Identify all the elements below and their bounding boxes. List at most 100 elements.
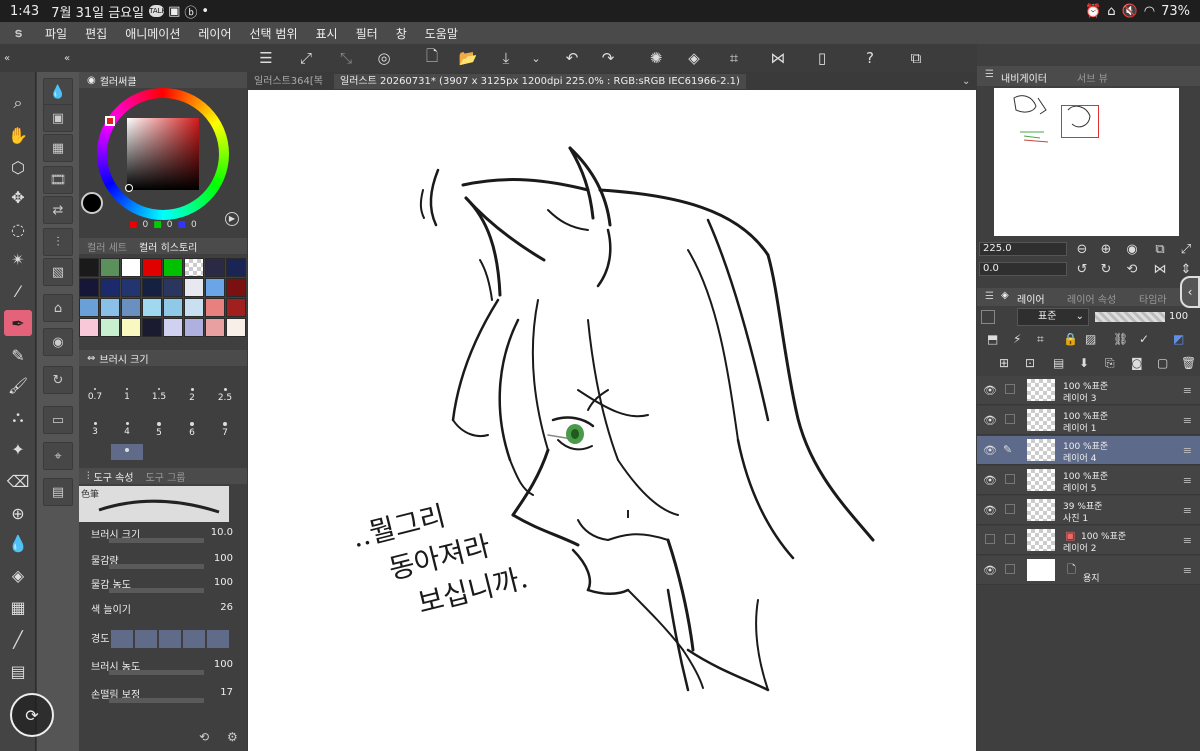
layer-menu-icon[interactable]: ≡ [1183, 564, 1192, 577]
eye-icon[interactable]: 👁 [983, 564, 997, 577]
subtool-loop-icon[interactable]: ↻ [43, 366, 73, 394]
color-swatch[interactable] [226, 278, 246, 297]
color-set-tab[interactable]: 컬러 세트 [87, 239, 127, 254]
layer-row[interactable]: 👁 100 %표준 레이어 1 ≡ [977, 406, 1200, 435]
new-folder-icon[interactable]: ▤ [1053, 356, 1064, 370]
flip-icon[interactable]: ⋈ [766, 46, 790, 70]
app-logo-icon[interactable]: ട [0, 26, 36, 41]
navigator-tab[interactable]: 내비게이터 [1001, 70, 1047, 85]
color-swatch[interactable] [163, 318, 183, 337]
wrench-icon[interactable]: ⚙ [227, 730, 238, 744]
layer-menu-icon[interactable]: ≡ [1183, 384, 1192, 397]
brush-size-1.5[interactable]: 1.5 [143, 384, 175, 410]
drawing-canvas[interactable]: ..뭘그리 동아져라 보십니까. [248, 90, 976, 751]
eye-icon[interactable]: 👁 [983, 414, 997, 427]
color-swatch[interactable] [142, 298, 162, 317]
save-icon[interactable]: ⤓ [494, 46, 518, 70]
zoom-slider[interactable]: 225.0 [979, 242, 1067, 256]
device-icon[interactable]: ▯ [810, 46, 834, 70]
color-swatch[interactable] [205, 278, 225, 297]
color-swatch[interactable] [100, 298, 120, 317]
layer-property-tab[interactable]: 레이어 속성 [1067, 291, 1116, 306]
lock-icon[interactable]: 🔒 [1063, 332, 1078, 346]
layer-row[interactable]: ▣ 100 %표준 레이어 2 ≡ [977, 526, 1200, 555]
subtool-film-icon[interactable]: 🎞 [43, 166, 73, 194]
blend-mode-select[interactable]: 표준 ⌄ [1017, 308, 1089, 326]
rotate-right-icon[interactable]: ↻ [1097, 260, 1115, 278]
companion-icon[interactable]: ◎ [372, 46, 396, 70]
brush-size-0.7[interactable]: 0.7 [79, 384, 111, 410]
eyedropper-tool-icon[interactable]: ⁄ [4, 278, 32, 304]
hidden-eye-box[interactable] [985, 534, 995, 544]
color-swatch[interactable] [184, 278, 204, 297]
brush-size-2.5[interactable]: 2.5 [209, 384, 241, 410]
layer-menu-icon[interactable]: ≡ [1183, 444, 1192, 457]
tabs-dropdown-icon[interactable]: ⌄ [956, 74, 976, 89]
prop-brush-size[interactable]: 브러시 크기 10.0 [79, 524, 247, 546]
collapse-sub-icon[interactable]: « [60, 46, 74, 70]
fill-tool-icon[interactable]: ◈ [4, 562, 32, 588]
layer-row[interactable]: 👁 100 %표준 레이어 3 ≡ [977, 376, 1200, 405]
new-file-icon[interactable]: 🗋 [420, 46, 444, 70]
color-swatch[interactable] [184, 258, 204, 277]
new-vector-icon[interactable]: ⊡ [1025, 356, 1035, 370]
color-swatch[interactable] [121, 278, 141, 297]
prop-stabilization[interactable]: 손떨림 보정 17 [79, 684, 247, 706]
frame-tool-icon[interactable]: ▤ [4, 658, 32, 684]
clip-icon[interactable]: ⌗ [1037, 332, 1044, 347]
color-swatch[interactable] [226, 298, 246, 317]
clear-icon[interactable]: ▢ [1157, 356, 1168, 370]
subtool-material-icon[interactable]: ⌂ [43, 294, 73, 322]
saturation-value-square[interactable] [127, 118, 199, 190]
menu-layer[interactable]: 레이어 [189, 25, 240, 42]
color-swatch[interactable] [79, 318, 99, 337]
reset-icon[interactable]: ⟲ [199, 730, 209, 744]
lasso-tool-icon[interactable]: ◌ [4, 216, 32, 242]
grid-tool-icon[interactable]: ⊕ [4, 500, 32, 526]
brush-size-3[interactable]: 3 [79, 418, 111, 444]
zoom-in-icon[interactable]: ⊕ [1097, 240, 1115, 258]
color-swatch[interactable] [163, 298, 183, 317]
layer-color-icon[interactable]: ◩ [1173, 332, 1184, 346]
color-swatch[interactable] [205, 318, 225, 337]
subtool-clapper-icon[interactable]: ▭ [43, 406, 73, 434]
menu-window[interactable]: 창 [387, 25, 416, 42]
hue-handle[interactable] [105, 116, 115, 126]
reset-rotation-icon[interactable]: ⟲ [1123, 260, 1141, 278]
sv-handle[interactable] [125, 184, 133, 192]
tool-property-tab[interactable]: 도구 속성 [94, 469, 134, 484]
subtool-drop-icon[interactable]: 💧 [43, 78, 73, 106]
color-swatch[interactable] [100, 258, 120, 277]
tab-illust-20260731[interactable]: 일러스트 20260731* (3907 x 3125px 1200dpi 22… [334, 74, 746, 89]
layer-menu-icon[interactable]: ≡ [1183, 534, 1192, 547]
brush-size-4[interactable]: 4 [111, 418, 143, 444]
rotate-slider[interactable]: 0.0 [979, 262, 1067, 276]
loading-icon[interactable]: ✺ [644, 46, 668, 70]
object-tool-icon[interactable]: ⬡ [4, 154, 32, 180]
color-swatch[interactable] [226, 258, 246, 277]
ref-layer-icon[interactable]: ⬒ [987, 332, 998, 346]
tab-illust364[interactable]: 일러스트364[복 [248, 74, 329, 89]
layer-menu-icon[interactable]: ≡ [1183, 474, 1192, 487]
prop-brush-density[interactable]: 브러시 농도 100 [79, 656, 247, 678]
preview-icon[interactable]: ⧉ [904, 46, 928, 70]
play-icon[interactable]: ▶ [225, 212, 239, 226]
brush-size-1[interactable]: 1 [111, 384, 143, 410]
brush-size-7[interactable]: 7 [209, 418, 241, 444]
subtool-search-icon[interactable]: ⌖ [43, 442, 73, 470]
delete-layer-icon[interactable]: 🗑 [1181, 356, 1196, 370]
rotate-left-icon[interactable]: ↺ [1073, 260, 1091, 278]
transform-icon[interactable]: ⤡ [334, 46, 358, 70]
panel-menu-icon[interactable]: ☰ [985, 69, 994, 80]
prop-color-stretch[interactable]: 색 늘이기 26 [79, 599, 247, 621]
color-swatch[interactable] [79, 278, 99, 297]
brush-size-6[interactable]: 6 [176, 418, 208, 444]
menu-edit[interactable]: 편집 [76, 25, 116, 42]
blend-tool-icon[interactable]: 💧 [4, 530, 32, 556]
eye-icon[interactable]: 👁 [983, 474, 997, 487]
eraser-tool-icon[interactable]: ⌫ [4, 468, 32, 494]
mask-layer-icon[interactable]: ◙ [1131, 356, 1143, 370]
hand-tool-icon[interactable]: ✋ [4, 122, 32, 148]
menu-view[interactable]: 표시 [307, 25, 347, 42]
sub-view-tab[interactable]: 서브 뷰 [1077, 70, 1108, 85]
